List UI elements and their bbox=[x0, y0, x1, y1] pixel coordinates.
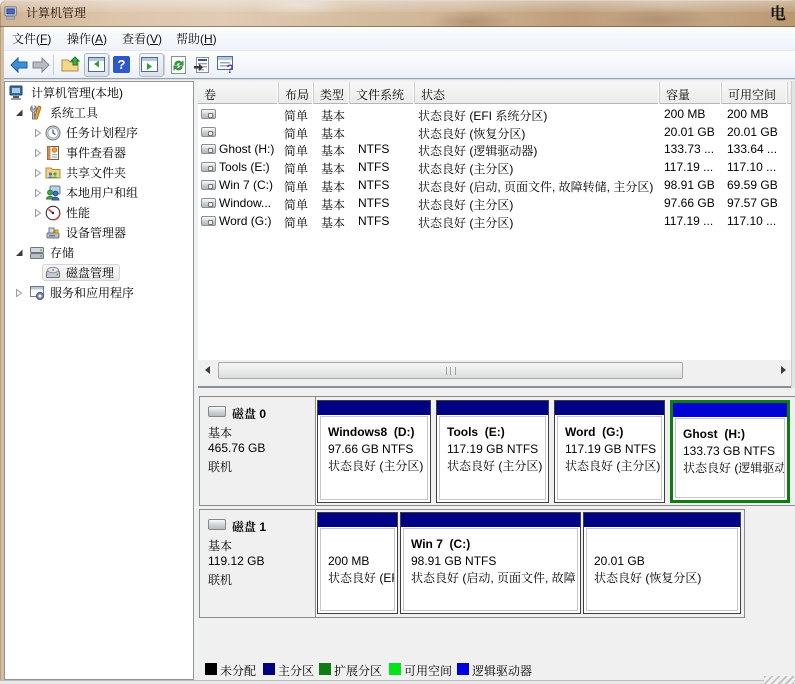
svg-text:?: ? bbox=[226, 62, 233, 74]
svg-text:?: ? bbox=[118, 57, 126, 72]
